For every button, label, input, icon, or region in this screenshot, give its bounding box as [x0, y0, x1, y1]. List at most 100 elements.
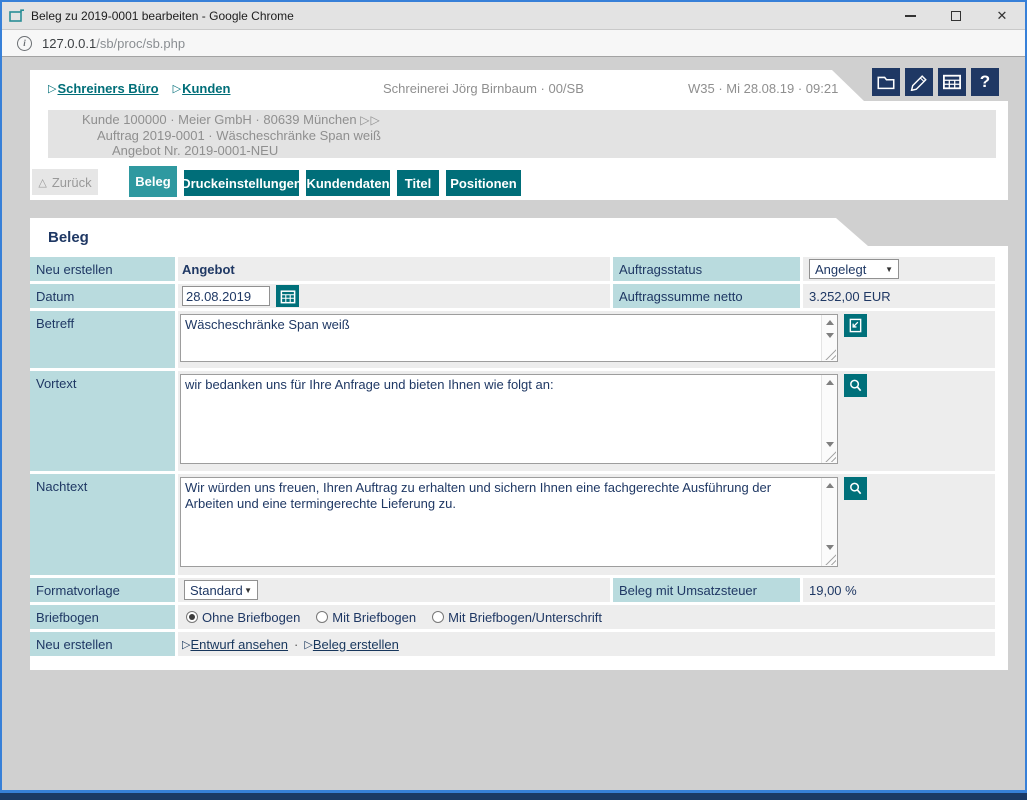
customer-nav-triangles-icon[interactable]: ▷▷	[360, 113, 380, 127]
customer-info-box: Kunde 100000 · Meier GmbH · 80639 Münche…	[48, 110, 996, 158]
row-nachtext: Nachtext Wir würden uns freuen, Ihren Au…	[30, 474, 995, 575]
auftragssumme-label: Auftragssumme netto	[613, 284, 800, 308]
betreff-textarea[interactable]: Wäscheschränke Span weiß	[180, 314, 838, 362]
nachtext-textarea[interactable]: Wir würden uns freuen, Ihren Auftrag zu …	[180, 477, 838, 567]
form-rows: Neu erstellen Angebot Auftragsstatus Ang…	[30, 257, 995, 659]
scroll-up-icon[interactable]	[826, 380, 834, 385]
radio-label: Mit Briefbogen	[332, 610, 416, 625]
search-icon[interactable]	[844, 477, 867, 500]
datum-input[interactable]	[182, 286, 270, 306]
radio-label: Mit Briefbogen/Unterschrift	[448, 610, 602, 625]
datum-label: Datum	[30, 284, 175, 308]
belegart-value: Angebot	[178, 257, 610, 281]
aktionen-label: Neu erstellen	[30, 632, 175, 656]
page-content: ? ▷Schreiners Büro ▷Kunden Schreinerei J…	[2, 57, 1025, 790]
scroll-down-icon[interactable]	[826, 442, 834, 447]
triangle-up-icon: △	[38, 176, 46, 189]
form-title: Beleg	[48, 229, 89, 246]
folder-icon[interactable]	[872, 68, 900, 96]
radio-ohne-briefbogen[interactable]	[186, 611, 198, 623]
briefbogen-label: Briefbogen	[30, 605, 175, 629]
vortext-text: wir bedanken uns für Ihre Anfrage und bi…	[181, 375, 837, 395]
back-button[interactable]: △ Zurück	[32, 169, 98, 195]
header-card: ▷Schreiners Büro ▷Kunden Schreinerei Jör…	[30, 70, 1008, 200]
scroll-up-icon[interactable]	[826, 483, 834, 488]
nav-icon-strip: ?	[867, 68, 999, 96]
help-icon[interactable]: ?	[971, 68, 999, 96]
briefbogen-options: Ohne Briefbogen Mit Briefbogen Mit Brief…	[178, 605, 995, 629]
scroll-down-icon[interactable]	[826, 545, 834, 550]
chevron-down-icon: ▼	[885, 265, 893, 274]
window-title: Beleg zu 2019-0001 bearbeiten - Google C…	[31, 9, 294, 23]
formatvorlage-label: Formatvorlage	[30, 578, 175, 602]
pencil-icon[interactable]	[905, 68, 933, 96]
auftragsstatus-label: Auftragsstatus	[613, 257, 800, 281]
beleg-erstellen-link[interactable]: Beleg erstellen	[313, 637, 399, 652]
radio-mit-briefbogen-unterschrift[interactable]	[432, 611, 444, 623]
maximize-button[interactable]	[933, 2, 979, 29]
row-briefbogen: Briefbogen Ohne Briefbogen Mit Briefboge…	[30, 605, 995, 629]
datum-cell	[178, 284, 610, 308]
row-vortext: Vortext wir bedanken uns für Ihre Anfrag…	[30, 371, 995, 471]
nachtext-text: Wir würden uns freuen, Ihren Auftrag zu …	[181, 478, 837, 514]
triangle-icon: ▷	[182, 638, 190, 651]
auftragsstatus-value: Angelegt	[815, 262, 866, 277]
url-path: /sb/proc/sb.php	[96, 36, 185, 51]
formatvorlage-value: Standard	[190, 583, 243, 598]
company-label: Schreinerei Jörg Birnbaum · 00/SB	[383, 81, 584, 96]
separator: ·	[294, 637, 298, 652]
betreff-cell: Wäscheschränke Span weiß	[178, 311, 995, 368]
breadcrumb-link[interactable]: Schreiners Büro	[57, 81, 158, 96]
radio-mit-briefbogen[interactable]	[316, 611, 328, 623]
minimize-button[interactable]	[887, 2, 933, 29]
url-text[interactable]: 127.0.0.1/sb/proc/sb.php	[42, 36, 185, 51]
vortext-textarea[interactable]: wir bedanken uns für Ihre Anfrage und bi…	[180, 374, 838, 464]
tab-titel[interactable]: Titel	[397, 170, 439, 196]
address-bar[interactable]: i 127.0.0.1/sb/proc/sb.php	[2, 30, 1025, 57]
breadcrumb-schreiners-buero[interactable]: ▷Schreiners Büro	[48, 81, 159, 96]
formatvorlage-select[interactable]: Standard▼	[184, 580, 258, 600]
nachtext-label: Nachtext	[30, 474, 175, 575]
beleg-form-card: Beleg Neu erstellen Angebot Auftragsstat…	[30, 218, 1008, 670]
calendar-icon[interactable]	[938, 68, 966, 96]
datetime-label: W35 · Mi 28.08.19 · 09:21	[688, 81, 838, 96]
breadcrumb: ▷Schreiners Büro ▷Kunden Schreinerei Jör…	[48, 79, 994, 97]
title-bar: Beleg zu 2019-0001 bearbeiten - Google C…	[2, 2, 1025, 30]
text-template-icon[interactable]	[844, 314, 867, 337]
url-host: 127.0.0.1	[42, 36, 96, 51]
triangle-icon: ▷	[304, 638, 312, 651]
tab-druckeinstellungen[interactable]: Druckeinstellungen	[184, 170, 299, 196]
page-info-icon[interactable]: i	[17, 36, 32, 51]
entwurf-ansehen-link[interactable]: Entwurf ansehen	[190, 637, 288, 652]
row-neu-erstellen: Neu erstellen Angebot Auftragsstatus Ang…	[30, 257, 995, 281]
window-bottom-frame	[0, 793, 1027, 800]
tab-kundendaten[interactable]: Kundendaten	[306, 170, 390, 196]
triangle-icon: ▷	[48, 82, 56, 95]
auftragsstatus-cell: Angelegt ▼	[803, 257, 995, 281]
scrollbar[interactable]	[821, 375, 837, 463]
breadcrumb-link[interactable]: Kunden	[182, 81, 230, 96]
back-label: Zurück	[52, 175, 92, 190]
scrollbar[interactable]	[821, 478, 837, 566]
tab-bar: △ Zurück Beleg Druckeinstellungen Kundend…	[32, 166, 1008, 198]
scroll-down-icon[interactable]	[826, 333, 834, 338]
auftragssumme-value: 3.252,00 EUR	[803, 284, 995, 308]
date-picker-calendar-icon[interactable]	[276, 285, 299, 307]
breadcrumb-kunden[interactable]: ▷Kunden	[173, 81, 231, 96]
neu-erstellen-label: Neu erstellen	[30, 257, 175, 281]
auftragsstatus-select[interactable]: Angelegt ▼	[809, 259, 899, 279]
tab-beleg[interactable]: Beleg	[129, 166, 177, 197]
row-aktionen: Neu erstellen ▷Entwurf ansehen · ▷Beleg …	[30, 632, 995, 656]
scroll-up-icon[interactable]	[826, 320, 834, 325]
row-betreff: Betreff Wäscheschränke Span weiß	[30, 311, 995, 368]
customer-line: Kunde 100000 · Meier GmbH · 80639 Münche…	[48, 112, 996, 128]
umsatzsteuer-label: Beleg mit Umsatzsteuer	[613, 578, 800, 602]
vortext-label: Vortext	[30, 371, 175, 471]
search-icon[interactable]	[844, 374, 867, 397]
tab-positionen[interactable]: Positionen	[446, 170, 521, 196]
vortext-cell: wir bedanken uns für Ihre Anfrage und bi…	[178, 371, 995, 471]
app-window-icon	[9, 9, 25, 23]
row-formatvorlage: Formatvorlage Standard▼ Beleg mit Umsatz…	[30, 578, 995, 602]
close-button[interactable]: ✕	[979, 2, 1025, 29]
customer-text: Kunde 100000 · Meier GmbH · 80639 Münche…	[82, 112, 357, 127]
